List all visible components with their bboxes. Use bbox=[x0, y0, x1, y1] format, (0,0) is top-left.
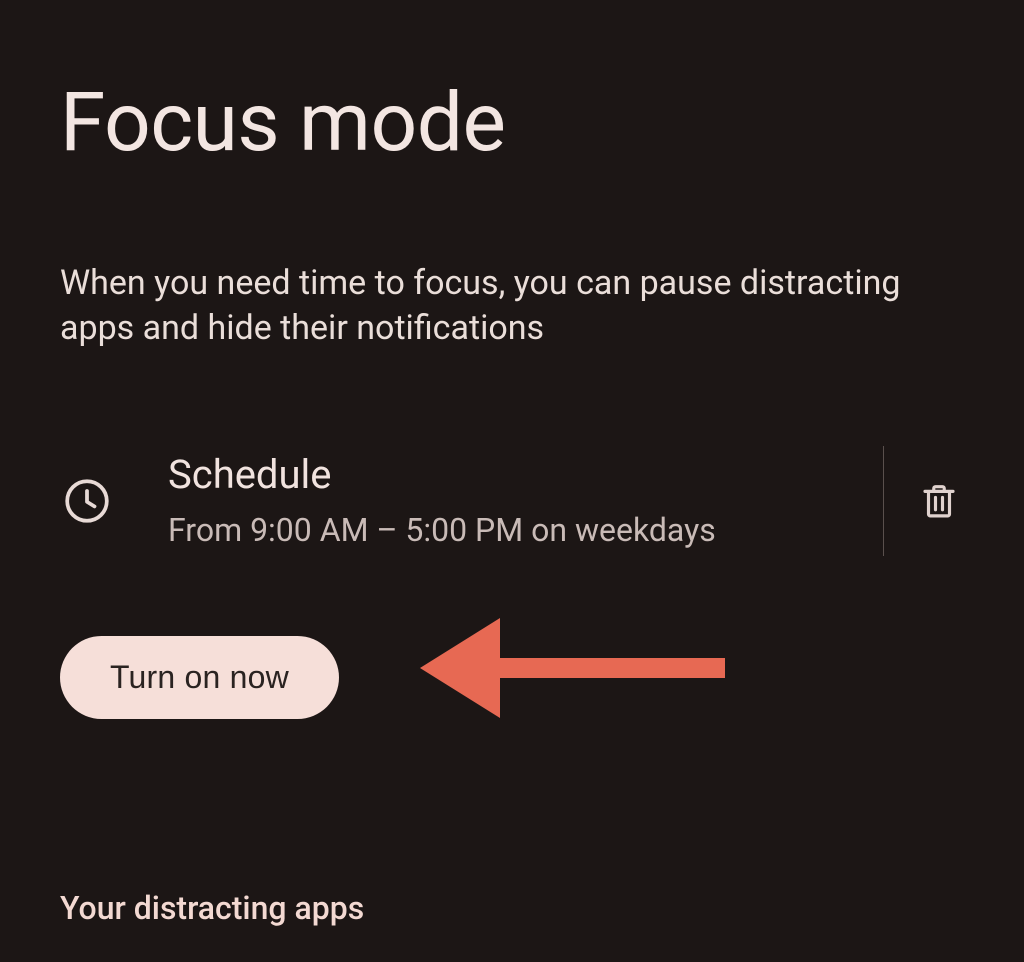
schedule-text: Schedule From 9:00 AM – 5:00 PM on weekd… bbox=[168, 453, 865, 549]
page-title: Focus mode bbox=[60, 0, 964, 166]
clock-icon bbox=[62, 476, 112, 526]
schedule-subtitle: From 9:00 AM – 5:00 PM on weekdays bbox=[168, 511, 865, 549]
annotation-arrow-icon bbox=[420, 618, 730, 718]
schedule-title: Schedule bbox=[168, 453, 865, 497]
distracting-apps-header: Your distracting apps bbox=[60, 889, 964, 927]
page-description: When you need time to focus, you can pau… bbox=[60, 261, 960, 351]
schedule-item[interactable]: Schedule From 9:00 AM – 5:00 PM on weekd… bbox=[60, 453, 865, 549]
turn-on-now-button[interactable]: Turn on now bbox=[60, 636, 339, 719]
focus-mode-screen: Focus mode When you need time to focus, … bbox=[0, 0, 1024, 962]
vertical-divider bbox=[883, 446, 884, 556]
schedule-row: Schedule From 9:00 AM – 5:00 PM on weekd… bbox=[60, 446, 964, 556]
trash-icon[interactable] bbox=[918, 480, 960, 522]
